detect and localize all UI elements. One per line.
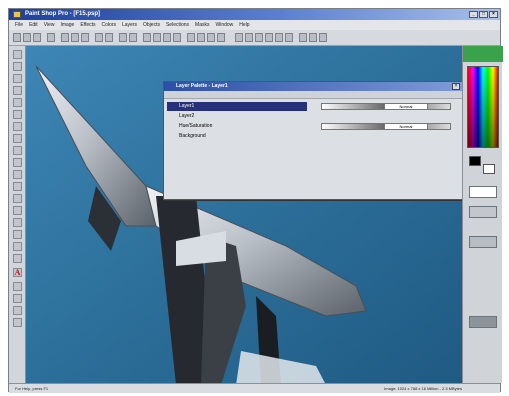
save-icon[interactable] [33,33,41,42]
mover-tool-icon[interactable] [13,98,22,107]
script-icon[interactable] [207,33,215,42]
selection-tool-icon[interactable] [13,110,22,119]
screen-capture-icon[interactable] [235,33,243,42]
minimize-button[interactable]: _ [469,11,478,18]
object-selector-icon[interactable] [13,306,22,315]
layer-palette-toolbar [164,91,462,99]
flood-fill-icon[interactable] [13,254,22,263]
maximize-button[interactable]: □ [479,11,488,18]
text-tool-icon[interactable]: A [13,268,22,277]
paintbrush-icon[interactable] [13,158,22,167]
airbrush-icon[interactable] [13,242,22,251]
menu-window[interactable]: Window [216,20,234,30]
print-icon[interactable] [47,33,55,42]
layer-row-layer1[interactable]: Layer1 [167,102,307,111]
rgb-color-icon[interactable] [13,318,22,327]
menu-view[interactable]: View [44,20,55,30]
background-swatch[interactable] [483,164,495,174]
status-help-text: For Help, press F1 [15,386,49,391]
clone-brush-icon[interactable] [13,170,22,179]
full-screen-icon[interactable] [265,33,273,42]
app-icon [13,11,21,18]
eraser-icon[interactable] [13,218,22,227]
menu-objects[interactable]: Objects [143,20,160,30]
layer-palette-title: Layer Palette - Layer1 [164,82,462,91]
histogram-icon[interactable] [173,33,181,42]
toolbar [9,30,500,46]
menu-masks[interactable]: Masks [195,20,209,30]
undo-icon[interactable] [95,33,103,42]
deform-tool-icon[interactable] [13,74,22,83]
menu-image[interactable]: Image [60,20,74,30]
pattern-preview [469,316,497,328]
browse-icon[interactable] [197,33,205,42]
tool-palette: A [9,46,26,383]
style-swatch[interactable] [469,186,497,198]
close-button[interactable]: × [489,11,498,18]
image-info-icon[interactable] [255,33,263,42]
foreground-swatch[interactable] [469,156,481,166]
status-image-info: Image: 1024 x 768 x 16 Million - 2.3 MBy… [384,386,462,391]
redo-icon[interactable] [105,33,113,42]
draw-tool-icon[interactable] [13,282,22,291]
twain-icon[interactable] [245,33,253,42]
retouch-tool-icon[interactable] [13,194,22,203]
gear-icon[interactable] [309,33,317,42]
cut-icon[interactable] [61,33,69,42]
arrow-tool-icon[interactable] [13,50,22,59]
menu-colors[interactable]: Colors [102,20,116,30]
title-bar: Paint Shop Pro - [F15.psp] _ □ × [9,9,500,20]
crop-tool-icon[interactable] [13,86,22,95]
menu-bar: File Edit View Image Effects Colors Laye… [9,20,500,30]
texture-swatch[interactable] [469,206,497,218]
menu-selections[interactable]: Selections [166,20,189,30]
color-replacer-icon[interactable] [13,182,22,191]
layer-palette-icon[interactable] [163,33,171,42]
app-window: Paint Shop Pro - [F15.psp] _ □ × File Ed… [8,8,503,393]
menu-file[interactable]: File [15,20,23,30]
swap-colors-icon[interactable] [469,236,497,248]
grid-icon[interactable] [299,33,307,42]
layer-row-layer2[interactable]: Layer2 [167,112,307,121]
menu-help[interactable]: Help [239,20,249,30]
dropper-tool-icon[interactable] [13,146,22,155]
layer-row-background[interactable]: Background [167,132,307,141]
paste-icon[interactable] [81,33,89,42]
layer-blend-mode[interactable]: Normal [384,103,428,110]
help-icon[interactable] [217,33,225,42]
menu-layers[interactable]: Layers [122,20,137,30]
zoom-icon[interactable] [119,33,127,42]
window-controls: _ □ × [469,11,498,18]
menu-effects[interactable]: Effects [80,20,95,30]
scratch-remover-icon[interactable] [13,206,22,215]
layer-palette-close-button[interactable]: × [452,83,460,90]
layer-palette[interactable]: Layer Palette - Layer1 × Layer1 Layer2 H… [163,81,462,200]
freehand-tool-icon[interactable] [13,122,22,131]
color-palette-icon[interactable] [153,33,161,42]
layer-blend-mode[interactable]: Normal [384,123,428,130]
circle-tool-icon[interactable] [285,33,293,42]
color-dialog-icon[interactable] [275,33,283,42]
layer-row-hue-saturation[interactable]: Hue/Saturation [167,122,307,131]
image-canvas[interactable]: Layer Palette - Layer1 × Layer1 Layer2 H… [26,46,462,385]
window-title: Paint Shop Pro - [F15.psp] [25,11,101,17]
overview-icon[interactable] [187,33,195,42]
open-icon[interactable] [23,33,31,42]
preset-shapes-icon[interactable] [13,294,22,303]
fit-window-icon[interactable] [129,33,137,42]
copy-icon[interactable] [71,33,79,42]
tool-palette-icon[interactable] [143,33,151,42]
question-icon[interactable] [319,33,327,42]
zoom-tool-icon[interactable] [13,62,22,71]
color-palette [462,46,503,383]
new-icon[interactable] [13,33,21,42]
color-picker[interactable] [467,66,499,148]
menu-edit[interactable]: Edit [29,20,38,30]
status-bar: For Help, press F1 Image: 1024 x 768 x 1… [9,383,500,393]
picture-tube-icon[interactable] [13,230,22,239]
magic-wand-icon[interactable] [13,134,22,143]
palette-header [463,46,503,62]
